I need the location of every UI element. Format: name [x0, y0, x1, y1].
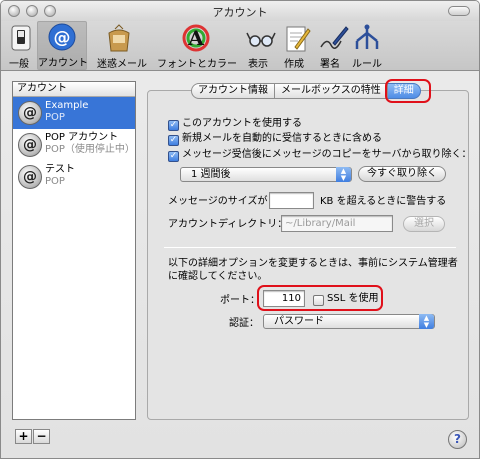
title-bar: アカウント	[1, 1, 479, 21]
remove-period-select[interactable]: 1 週間後 ▲ ▼	[180, 167, 352, 182]
toolbar-fonts-colors[interactable]: A フォントとカラー	[157, 23, 237, 70]
account-at-icon: @	[18, 133, 42, 157]
choose-directory-button: 選択	[403, 216, 445, 232]
toolbar: 一般 @ アカウント 迷惑メール A フォントとカラー 表示 作成 署名 ルール	[1, 21, 479, 71]
account-item[interactable]: @ POP アカウント POP（使用停止中）	[13, 129, 135, 161]
account-list-header: アカウント	[13, 82, 135, 97]
toolbar-composing[interactable]: 作成	[281, 23, 311, 70]
separator	[164, 247, 456, 248]
checkmark-icon: ✓	[168, 120, 179, 131]
glasses-icon	[245, 23, 277, 53]
tab-account-information[interactable]: アカウント情報	[191, 83, 275, 99]
window-title: アカウント	[212, 6, 268, 19]
account-directory-label: アカウントディレクトリ：	[168, 219, 288, 230]
account-at-icon: @	[18, 165, 42, 189]
popup-arrows-icon: ▲ ▼	[419, 314, 434, 329]
account-name: テスト	[45, 164, 75, 175]
account-name: Example	[45, 100, 89, 111]
toolbar-junk-mail[interactable]: 迷惑メール	[97, 23, 147, 70]
account-item[interactable]: @ Example POP	[13, 97, 135, 129]
checkmark-icon: ✓	[168, 151, 179, 162]
preferences-window: アカウント 一般 @ アカウント 迷惑メール A フォントとカラー 表示 作成 …	[0, 0, 480, 459]
remove-now-button[interactable]: 今すぐ取り除く	[358, 166, 446, 182]
account-name: POP アカウント	[45, 132, 119, 143]
remove-account-button[interactable]: −	[33, 429, 50, 444]
authentication-select[interactable]: パスワード ▲ ▼	[263, 314, 435, 329]
account-type: POP	[45, 176, 65, 187]
remove-copy-checkbox[interactable]: ✓ メッセージ受信後にメッセージのコピーをサーバから取り除く：	[168, 148, 472, 162]
size-warning-suffix: KB を超えるときに警告する	[320, 196, 447, 207]
popup-arrows-icon: ▲ ▼	[336, 167, 351, 182]
account-item[interactable]: @ テスト POP	[13, 161, 135, 193]
enable-account-checkbox[interactable]: ✓ このアカウントを使用する	[168, 117, 302, 131]
toolbar-signatures[interactable]: 署名	[317, 23, 349, 70]
advanced-options-notice: 以下の詳細オプションを変更するときは、事前にシステム管理者に確認してください。	[168, 258, 458, 282]
port-label: ポート：	[220, 295, 260, 306]
signature-pen-icon	[317, 23, 349, 53]
general-switch-icon	[5, 23, 37, 53]
account-list: アカウント @ Example POP @ POP アカウント POP（使用停止…	[12, 81, 136, 420]
account-at-icon: @	[18, 101, 42, 125]
toolbar-accounts[interactable]: @ アカウント	[37, 21, 88, 70]
toolbar-viewing[interactable]: 表示	[245, 23, 276, 70]
add-account-button[interactable]: +	[15, 429, 32, 444]
compose-pencil-icon	[281, 23, 313, 53]
svg-text:@: @	[54, 28, 71, 48]
port-ssl-highlight-ring	[257, 285, 383, 311]
toolbar-general[interactable]: 一般	[5, 23, 33, 70]
authentication-label: 認証：	[229, 318, 259, 329]
account-type: POP（使用停止中）	[45, 144, 135, 155]
size-warning-input[interactable]	[269, 192, 314, 209]
toolbar-toggle-button[interactable]	[448, 6, 470, 16]
rules-icon	[351, 23, 383, 53]
tab-mailbox-behaviors[interactable]: メールボックスの特性	[275, 83, 388, 99]
size-warning-prefix: メッセージのサイズが	[168, 196, 268, 207]
checkmark-icon: ✓	[168, 135, 179, 146]
help-button[interactable]: ?	[448, 430, 467, 449]
fonts-colors-icon: A	[180, 23, 212, 53]
toolbar-rules[interactable]: ルール	[351, 23, 383, 70]
svg-text:A: A	[187, 26, 204, 50]
include-auto-check-checkbox[interactable]: ✓ 新規メールを自動的に受信するときに含める	[168, 132, 382, 146]
account-directory-field: ~/Library/Mail	[281, 215, 393, 232]
tab-highlight-ring	[385, 79, 431, 103]
account-type: POP	[45, 112, 65, 123]
at-sign-icon: @	[46, 22, 78, 52]
junk-mail-bag-icon	[103, 23, 135, 53]
